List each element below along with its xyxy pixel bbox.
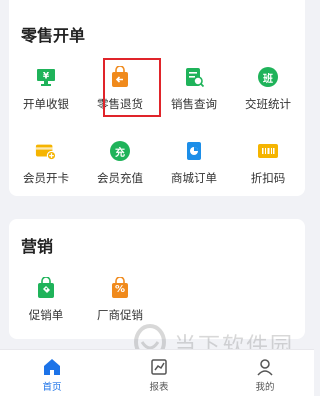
nav-item-report[interactable]: 报表	[129, 358, 189, 393]
retail-item-label: 会员开卡	[23, 171, 69, 185]
nav-label-report: 报表	[149, 382, 169, 393]
retail-item-member-recharge[interactable]: 充 会员充值	[83, 140, 157, 200]
retail-item-label: 开单收银	[23, 97, 69, 111]
bottom-nav: 首页 报表 我的	[0, 349, 314, 396]
svg-text:¥: ¥	[43, 72, 50, 82]
retail-section-title: 零售开单	[21, 26, 86, 45]
marketing-item-label: 厂商促销	[97, 308, 143, 322]
member-recharge-glyph: 充	[115, 148, 125, 159]
promo-tag-icon	[35, 277, 57, 299]
vendor-promo-icon: %	[109, 277, 131, 299]
marketing-item-vendor-promo[interactable]: % 厂商促销	[83, 277, 157, 337]
member-recharge-icon: 充	[109, 140, 131, 162]
discount-code-icon	[257, 140, 279, 162]
retail-item-label: 商城订单	[171, 171, 217, 185]
retail-section: 零售开单 ¥ 开单收银 零售退货 销售查询 班 交班统计 会员开卡 充 会员充值…	[9, 0, 305, 196]
home-icon	[22, 358, 82, 376]
vendor-promo-glyph: %	[114, 284, 126, 295]
sales-query-icon	[183, 66, 205, 88]
retail-item-member-card[interactable]: 会员开卡	[9, 140, 83, 200]
retail-item-shift-stats[interactable]: 班 交班统计	[231, 66, 305, 126]
highlight-box	[103, 58, 161, 117]
retail-item-discount-code[interactable]: 折扣码	[231, 140, 305, 200]
report-icon	[129, 358, 189, 376]
retail-item-label: 会员充值	[97, 171, 143, 185]
shift-stats-glyph: 班	[263, 74, 273, 85]
mall-order-icon	[183, 140, 205, 162]
marketing-item-label: 促销单	[28, 308, 64, 322]
marketing-section: 营销 促销单 % 厂商促销	[9, 219, 305, 339]
retail-item-label: 折扣码	[250, 171, 286, 185]
member-card-icon	[35, 140, 57, 162]
cashier-monitor-icon: ¥	[35, 66, 57, 88]
retail-item-checkout[interactable]: ¥ 开单收银	[9, 66, 83, 126]
nav-label-home: 首页	[42, 382, 62, 393]
nav-item-mine[interactable]: 我的	[235, 358, 295, 393]
retail-item-sales-query[interactable]: 销售查询	[157, 66, 231, 126]
nav-item-home[interactable]: 首页	[22, 358, 82, 393]
retail-item-label: 销售查询	[171, 97, 217, 111]
marketing-section-title: 营销	[21, 237, 54, 256]
shift-stats-icon: 班	[257, 66, 279, 88]
retail-item-label: 交班统计	[245, 97, 291, 111]
nav-label-mine: 我的	[255, 382, 275, 393]
retail-item-mall-order[interactable]: 商城订单	[157, 140, 231, 200]
user-icon	[235, 358, 295, 376]
marketing-item-promo[interactable]: 促销单	[9, 277, 83, 337]
